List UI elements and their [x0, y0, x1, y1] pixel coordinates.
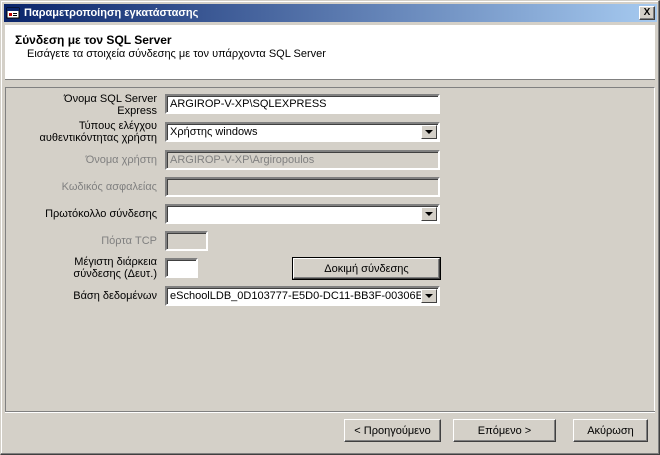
password-input[interactable] — [165, 177, 440, 197]
cancel-button-label: Ακύρωση — [587, 424, 634, 437]
password-label: Κωδικός ασφαλείας — [61, 181, 157, 193]
setup-dialog-window: Παραμετροποίηση εγκατάστασης X Σύνδεση μ… — [0, 0, 660, 455]
auth-type-dropdown-button[interactable] — [421, 125, 437, 139]
wizard-header: Σύνδεση με τον SQL Server Εισάγετε τα στ… — [5, 25, 655, 80]
tcp-port-label: Πόρτα TCP — [101, 235, 157, 247]
footer-separator — [5, 411, 655, 413]
timeout-label-line2: σύνδεσης (Δευτ.) — [73, 268, 157, 280]
chevron-down-icon — [425, 212, 433, 216]
back-button-label: < Προηγούμενο — [354, 424, 431, 437]
test-connection-button[interactable]: Δοκιμή σύνδεσης — [292, 257, 441, 280]
database-label: Βάση δεδομένων — [73, 290, 157, 302]
server-name-label: Όνομα SQL Server Express — [21, 93, 157, 117]
title-bar[interactable]: Παραμετροποίηση εγκατάστασης X — [4, 4, 657, 22]
chevron-down-icon — [425, 294, 433, 298]
close-icon: X — [643, 7, 651, 18]
auth-type-label: Τύπους ελέγχου αυθεντικόντητας χρήστη — [11, 120, 157, 144]
auth-type-value: Χρήστης windows — [170, 126, 258, 138]
protocol-dropdown-button[interactable] — [421, 207, 437, 221]
auth-type-label-line2: αυθεντικόντητας χρήστη — [39, 132, 157, 144]
cancel-button[interactable]: Ακύρωση — [573, 419, 648, 442]
test-connection-label: Δοκιμή σύνδεσης — [324, 262, 409, 275]
server-name-label-line1: Όνομα SQL Server — [64, 93, 157, 105]
server-name-input[interactable]: ARGIROP-V-XP\SQLEXPRESS — [165, 94, 440, 114]
app-icon — [6, 6, 20, 20]
timeout-label-line1: Μέγιστη διάρκεια — [74, 256, 157, 268]
auth-type-select[interactable]: Χρήστης windows — [165, 122, 440, 142]
protocol-select[interactable] — [165, 204, 440, 224]
page-subtitle: Εισάγετε τα στοιχεία σύνδεσης με τον υπά… — [27, 48, 326, 60]
timeout-label: Μέγιστη διάρκεια σύνδεσης (Δευτ.) — [21, 256, 157, 280]
database-select[interactable]: eSchoolLDB_0D103777-E5D0-DC11-BB3F-00306… — [165, 286, 440, 306]
chevron-down-icon — [425, 130, 433, 134]
window-title: Παραμετροποίηση εγκατάστασης — [24, 7, 199, 19]
username-input[interactable]: ARGIROP-V-XP\Argiropoulos — [165, 150, 440, 170]
next-button[interactable]: Επόμενο > — [453, 419, 556, 442]
database-dropdown-button[interactable] — [421, 289, 437, 303]
protocol-label: Πρωτόκολλο σύνδεσης — [45, 208, 157, 220]
username-label: Όνομα χρήστη — [85, 154, 157, 166]
close-button[interactable]: X — [639, 6, 655, 20]
tcp-port-input[interactable] — [165, 231, 208, 251]
auth-type-label-line1: Τύπους ελέγχου — [78, 120, 157, 132]
back-button[interactable]: < Προηγούμενο — [344, 419, 441, 442]
timeout-input[interactable] — [165, 258, 198, 278]
server-name-label-line2: Express — [117, 105, 157, 117]
database-value: eSchoolLDB_0D103777-E5D0-DC11-BB3F-00306… — [170, 290, 430, 302]
next-button-label: Επόμενο > — [477, 424, 532, 437]
page-title: Σύνδεση με τον SQL Server — [15, 33, 172, 47]
